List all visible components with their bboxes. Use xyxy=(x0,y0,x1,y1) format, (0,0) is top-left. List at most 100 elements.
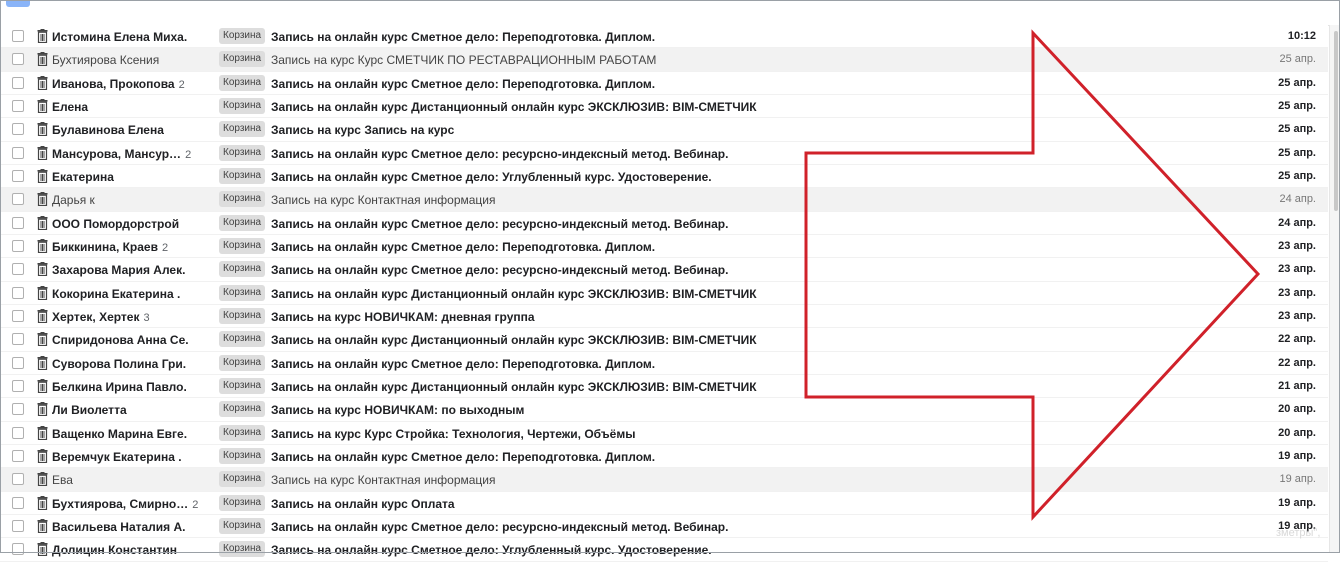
trash-icon[interactable] xyxy=(37,378,48,394)
trash-icon[interactable] xyxy=(37,98,48,114)
folder-label[interactable]: Корзина xyxy=(219,401,266,418)
message-row[interactable]: Захарова Мария Алек. Корзина Запись на онл… xyxy=(0,258,1328,282)
message-row[interactable]: Ли Виолетта Корзина Запись на курс НОВИЧКА… xyxy=(0,398,1328,422)
folder-label[interactable]: Корзина xyxy=(219,377,266,394)
trash-icon[interactable] xyxy=(37,145,48,160)
message-row[interactable]: Долицин Константин Корзина Запись на онлай… xyxy=(0,538,1328,562)
message-row[interactable]: Булавинова Елена Корзина Запись на курс За… xyxy=(0,118,1328,142)
scrollbar[interactable] xyxy=(1329,25,1340,553)
trash-icon[interactable] xyxy=(37,402,48,417)
select-checkbox[interactable] xyxy=(12,286,24,299)
message-subject: Запись на онлайн курс Сметное дело: Пере… xyxy=(271,356,656,371)
select-checkbox[interactable] xyxy=(12,449,24,462)
message-row[interactable]: Елена Корзина Запись на онлайн курс Дистан… xyxy=(0,94,1328,119)
message-row[interactable]: Васильева Наталия А. Корзина Запись на онл… xyxy=(0,514,1328,539)
trash-icon[interactable] xyxy=(37,285,48,300)
message-row[interactable]: Хертек, Хертек 3 Корзина Запись на курс НОВ… xyxy=(0,304,1328,329)
folder-label[interactable]: Корзина xyxy=(219,191,266,208)
message-row[interactable]: Спиридонова Анна Се. Корзина Запись на онл… xyxy=(0,328,1328,352)
folder-label[interactable]: Корзина xyxy=(219,307,266,324)
select-checkbox[interactable] xyxy=(12,496,24,509)
trash-icon[interactable] xyxy=(37,472,48,487)
scrollbar-thumb[interactable] xyxy=(1334,31,1338,211)
trash-icon[interactable] xyxy=(37,355,48,370)
folder-label[interactable]: Корзина xyxy=(219,51,266,68)
message-row[interactable]: Веремчук Екатерина . Корзина Запись на онл… xyxy=(0,444,1328,469)
select-checkbox[interactable] xyxy=(12,193,24,206)
trash-icon[interactable] xyxy=(37,75,48,90)
trash-icon[interactable] xyxy=(37,168,48,184)
folder-label[interactable]: Корзина xyxy=(219,28,266,44)
message-row[interactable]: Дарья к Корзина Запись на курс Контактная … xyxy=(0,188,1328,212)
select-checkbox[interactable] xyxy=(12,53,24,66)
folder-label[interactable]: Корзина xyxy=(219,167,266,184)
message-row[interactable]: Ева Корзина Запись на курс Контактная инфо… xyxy=(0,468,1328,492)
trash-icon[interactable] xyxy=(37,495,48,510)
trash-icon[interactable] xyxy=(37,448,48,464)
select-checkbox[interactable] xyxy=(12,426,24,439)
message-row[interactable]: ООО Помордорстрой Корзина Запись на онлайн… xyxy=(0,211,1328,235)
sender-text: Елена xyxy=(52,99,89,114)
trash-icon[interactable] xyxy=(37,238,48,254)
message-row[interactable]: Мансурова, Мансур… 2 Корзина Запись на онла… xyxy=(0,141,1328,165)
message-row[interactable]: Ващенко Марина Евге. Корзина Запись на кур… xyxy=(0,421,1328,445)
message-row[interactable]: Бухтиярова Ксения Корзина Запись на курс К… xyxy=(0,48,1328,72)
select-checkbox[interactable] xyxy=(12,403,24,416)
select-checkbox[interactable] xyxy=(12,216,24,229)
folder-label[interactable]: Корзина xyxy=(219,424,266,441)
select-checkbox[interactable] xyxy=(12,30,24,42)
message-row[interactable]: Суворова Полина Гри. Корзина Запись на онл… xyxy=(0,351,1328,375)
trash-icon[interactable] xyxy=(37,29,48,44)
trash-icon[interactable] xyxy=(37,262,48,277)
folder-label[interactable]: Корзина xyxy=(219,214,266,231)
watermark-text: зметры", xyxy=(1276,527,1321,539)
trash-icon[interactable] xyxy=(37,52,48,67)
folder-label[interactable]: Корзина xyxy=(219,261,266,278)
folder-label[interactable]: Корзина xyxy=(219,447,266,464)
select-checkbox[interactable] xyxy=(12,379,24,392)
select-checkbox[interactable] xyxy=(12,76,24,89)
message-row[interactable]: Бухтиярова, Смирно… 2 Корзина Запись на онл… xyxy=(0,491,1328,515)
trash-icon[interactable] xyxy=(37,308,48,324)
folder-label[interactable]: Корзина xyxy=(219,144,266,161)
select-checkbox[interactable] xyxy=(12,123,24,136)
sender-text: Ли Виолетта xyxy=(52,403,127,418)
select-checkbox[interactable] xyxy=(12,239,24,252)
folder-label[interactable]: Корзина xyxy=(219,494,266,511)
trash-icon[interactable] xyxy=(37,332,48,347)
message-row[interactable]: Иванова, Прокопова 2 Корзина Запись на онла… xyxy=(0,71,1328,95)
trash-icon[interactable] xyxy=(37,425,48,440)
trash-icon[interactable] xyxy=(37,518,48,533)
message-row[interactable]: Белкина Ирина Павло. Корзина Запись на онл… xyxy=(0,374,1328,399)
message-row[interactable]: Истомина Елена Миха. Корзина Запись на онл… xyxy=(0,25,1328,49)
message-row[interactable]: Екатерина Корзина Запись на онлайн курс См… xyxy=(0,164,1328,189)
message-row[interactable]: Биккинина, Краев 2 Корзина Запись на онлайн… xyxy=(0,234,1328,259)
select-checkbox[interactable] xyxy=(12,473,24,486)
select-checkbox[interactable] xyxy=(12,519,24,532)
folder-label[interactable]: Корзина xyxy=(219,354,266,371)
folder-label[interactable]: Корзина xyxy=(219,284,266,301)
sender-text: ООО Помордорстрой xyxy=(52,216,180,231)
folder-label[interactable]: Корзина xyxy=(219,237,266,254)
folder-label[interactable]: Корзина xyxy=(219,331,266,348)
select-checkbox[interactable] xyxy=(12,333,24,346)
select-checkbox[interactable] xyxy=(12,309,24,322)
folder-label[interactable]: Корзина xyxy=(219,517,266,534)
message-row[interactable]: Кокорина Екатерина . Корзина Запись на онл… xyxy=(0,281,1328,305)
trash-icon[interactable] xyxy=(37,122,48,137)
folder-label[interactable]: Корзина xyxy=(219,74,266,91)
folder-label[interactable]: Корзина xyxy=(219,541,266,558)
folder-label[interactable]: Корзина xyxy=(219,97,266,114)
select-checkbox[interactable] xyxy=(12,356,24,369)
trash-icon[interactable] xyxy=(37,542,48,557)
message-date: 23 апр. xyxy=(1278,286,1316,299)
trash-icon[interactable] xyxy=(37,192,48,207)
trash-icon[interactable] xyxy=(37,215,48,230)
folder-label[interactable]: Корзина xyxy=(219,471,266,488)
select-checkbox[interactable] xyxy=(12,99,24,112)
select-checkbox[interactable] xyxy=(12,263,24,276)
folder-label[interactable]: Корзина xyxy=(219,121,266,138)
select-checkbox[interactable] xyxy=(12,543,24,556)
select-checkbox[interactable] xyxy=(12,146,24,159)
select-checkbox[interactable] xyxy=(12,169,24,182)
